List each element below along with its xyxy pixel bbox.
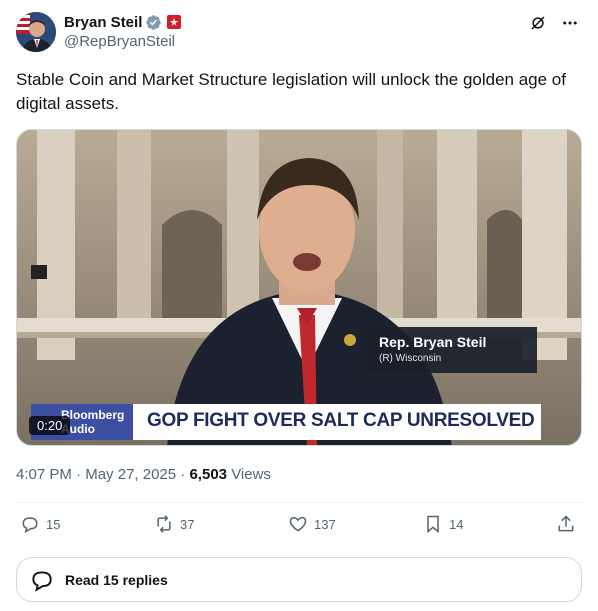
display-name-row: Bryan Steil [64, 12, 182, 32]
more-options-icon[interactable] [560, 13, 580, 33]
meta-separator: · [180, 466, 186, 483]
avatar[interactable] [16, 12, 56, 52]
author-handle[interactable]: @RepBryanSteil [64, 33, 181, 50]
bookmark-count: 14 [449, 516, 464, 532]
tweet-meta: 4:07 PM · May 27, 2025 · 6,503 Views [16, 466, 271, 483]
repost-count: 37 [180, 516, 195, 532]
bookmark-icon [427, 515, 439, 534]
tweet-text: Stable Coin and Market Structure legisla… [16, 70, 566, 113]
share-icon [558, 515, 574, 532]
read-replies-label: Read 15 replies [65, 571, 168, 588]
video-headline: GOP FIGHT OVER SALT CAP UNRESOLVED [147, 410, 535, 431]
verified-badge-icon [146, 14, 162, 30]
reply-icon [22, 517, 38, 534]
like-button[interactable]: 137 [288, 514, 336, 534]
government-badge-icon [167, 15, 182, 29]
divider [16, 502, 582, 503]
video-player[interactable]: Rep. Bryan Steil (R) Wisconsin Bloomberg… [16, 129, 582, 446]
share-button[interactable] [556, 514, 576, 534]
views-count: 6,503 [189, 466, 228, 483]
bookmark-button[interactable]: 14 [423, 514, 463, 534]
tweet-actions: 15 37 137 14 [16, 514, 582, 538]
tweet-time[interactable]: 4:07 PM [16, 466, 72, 483]
lower-third-name: Rep. Bryan Steil [379, 334, 487, 350]
heart-icon [289, 516, 307, 532]
like-count: 137 [314, 516, 336, 532]
reply-bubble-icon [32, 570, 52, 592]
header-actions [528, 13, 580, 33]
lower-third-subtitle: (R) Wisconsin [379, 353, 442, 364]
grok-icon[interactable] [528, 13, 548, 33]
views-label: Views [231, 466, 271, 483]
repost-button[interactable]: 37 [154, 514, 194, 534]
repost-icon [157, 515, 171, 533]
reply-button[interactable]: 15 [20, 514, 60, 534]
read-replies-button[interactable]: Read 15 replies [16, 557, 582, 602]
meta-separator: · [76, 466, 82, 483]
reply-count: 15 [46, 516, 61, 532]
tweet-header: Bryan Steil @RepBryanSteil [16, 11, 582, 53]
author-names: Bryan Steil @RepBryanSteil [64, 12, 182, 50]
tweet-date[interactable]: May 27, 2025 [85, 466, 176, 483]
network-logo-line1: Bloomberg [61, 408, 125, 422]
display-name[interactable]: Bryan Steil [64, 14, 142, 31]
video-frame [17, 130, 581, 445]
video-duration: 0:20 [29, 416, 71, 435]
